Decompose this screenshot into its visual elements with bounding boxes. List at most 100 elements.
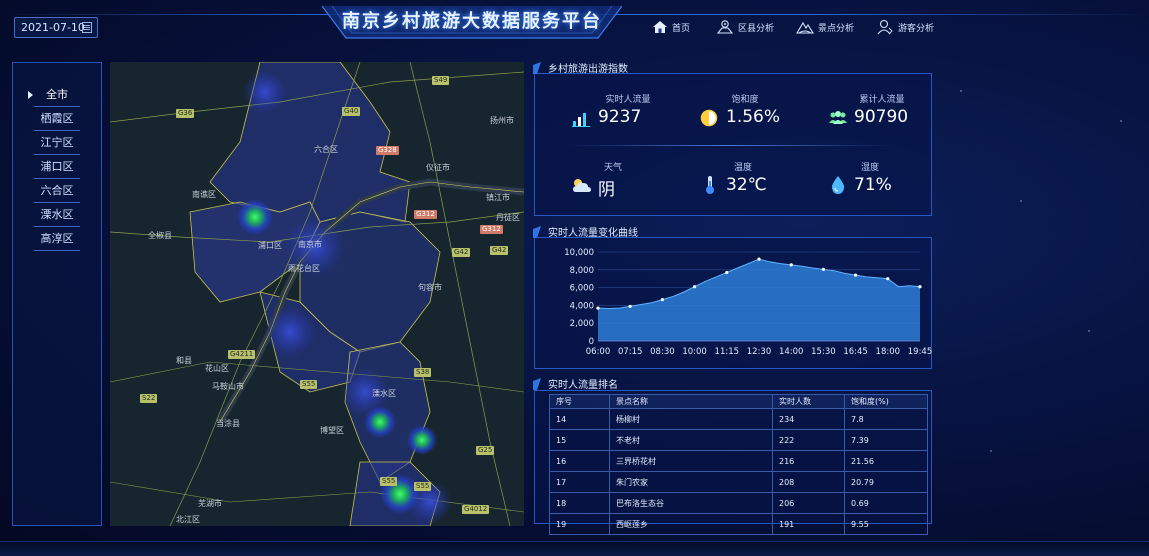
- column-header-index[interactable]: 序号: [549, 394, 610, 409]
- road-badge: S49: [432, 76, 450, 85]
- y-tick-label: 10,000: [564, 248, 594, 258]
- cell-visitors: 206: [772, 492, 845, 514]
- nav-scenic-analysis[interactable]: 景点分析: [796, 16, 854, 38]
- cell-index: 14: [549, 408, 610, 430]
- sidebar-item-luhe[interactable]: 六合区: [34, 181, 80, 203]
- cell-saturation: 20.79: [844, 471, 928, 493]
- map-label: 扬州市: [490, 116, 514, 125]
- map-label: 浦口区: [258, 241, 282, 250]
- flow-curve-title: 实时人流量变化曲线: [548, 228, 638, 239]
- column-header-saturation[interactable]: 饱和度(%): [844, 394, 928, 409]
- x-tick-label: 06:00: [586, 347, 611, 357]
- date-value: 2021-07-10: [21, 21, 85, 34]
- heat-spot: [407, 425, 437, 455]
- sidebar-item-qixia[interactable]: 栖霞区: [34, 109, 80, 131]
- road-badge: G312: [414, 210, 437, 219]
- column-header-name[interactable]: 景点名称: [609, 394, 773, 409]
- road-badge: G40: [342, 107, 361, 116]
- user-icon: [877, 19, 893, 35]
- cell-visitors: 191: [772, 513, 845, 535]
- x-tick-label: 16:45: [843, 347, 868, 357]
- cloudy-icon: [573, 179, 591, 192]
- half-circle-icon: [700, 109, 718, 127]
- sidebar-item-pukou[interactable]: 浦口区: [34, 157, 80, 179]
- road-badge: G328: [376, 146, 399, 155]
- nav-home[interactable]: 首页: [652, 16, 690, 38]
- nav-district-analysis[interactable]: 区县分析: [716, 16, 774, 38]
- y-tick-label: 8,000: [570, 266, 594, 276]
- cell-name: 巴布洛生态谷: [609, 492, 773, 514]
- cell-index: 16: [549, 450, 610, 472]
- map-label: 全椒县: [148, 231, 172, 240]
- metric-value-temperature: 32℃: [726, 175, 767, 195]
- map-label: 丹徒区: [496, 213, 520, 222]
- metric-value-weather: 阴: [598, 180, 615, 200]
- metric-label-weather: 天气: [603, 163, 622, 173]
- map-label: 南谯区: [192, 190, 216, 199]
- y-tick-label: 6,000: [570, 284, 594, 294]
- column-header-visitors[interactable]: 实时人数: [772, 394, 845, 409]
- heat-spot: [264, 306, 316, 358]
- map-label: 溧水区: [372, 389, 396, 398]
- metric-value-realtime-flow: 9237: [598, 107, 642, 127]
- y-tick-label: 0: [589, 337, 594, 347]
- x-tick-label: 12:30: [747, 347, 772, 357]
- table-row[interactable]: 19 西岖莲乡 191 9.55: [549, 513, 928, 535]
- cell-saturation: 9.55: [844, 513, 928, 535]
- header-bar: 南京乡村旅游大数据服务平台 2021-07-10 首页 区县分析 景点分析 游客…: [0, 0, 1149, 44]
- map-pin-icon: [716, 20, 734, 34]
- panel-corner-icon: [533, 62, 541, 74]
- table-row[interactable]: 18 巴布洛生态谷 206 0.69: [549, 492, 928, 514]
- calendar-icon[interactable]: [82, 22, 92, 33]
- metric-label-cumulative-flow: 累计人流量: [859, 95, 905, 105]
- cell-saturation: 7.8: [844, 408, 928, 430]
- nav-visitor-analysis[interactable]: 游客分析: [876, 16, 934, 38]
- map-label: 和县: [176, 356, 192, 365]
- background-star: [1020, 200, 1022, 202]
- panel-corner-icon: [533, 226, 541, 238]
- sidebar-item-jiangning[interactable]: 江宁区: [34, 133, 80, 155]
- x-tick-label: 08:30: [650, 347, 675, 357]
- map-label: 马鞍山市: [212, 382, 244, 391]
- map-label: 芜湖市: [198, 499, 222, 508]
- nav-scenic-analysis-label: 景点分析: [818, 23, 855, 34]
- table-row[interactable]: 16 三界桥花村 216 21.56: [549, 450, 928, 472]
- table-row[interactable]: 14 杨柳村 234 7.8: [549, 408, 928, 430]
- heat-spot: [243, 70, 287, 114]
- sidebar-item-lishui[interactable]: 溧水区: [34, 205, 80, 227]
- nav-visitor-analysis-label: 游客分析: [898, 23, 935, 34]
- flow-area: [598, 259, 920, 341]
- data-point: [596, 306, 600, 310]
- x-tick-label: 19:45: [908, 347, 932, 357]
- x-tick-label: 10:00: [682, 347, 707, 357]
- sidebar-item-gaochun[interactable]: 高淳区: [34, 229, 80, 251]
- x-tick-label: 15:30: [811, 347, 836, 357]
- map-label: 雨花台区: [288, 264, 320, 273]
- heat-map[interactable]: 六合区 仪征市 南谯区 全椒县 浦口区 南京市 雨花台区 镇江市 句容市 扬州市…: [110, 62, 524, 526]
- table-row[interactable]: 15 不老村 222 7.39: [549, 429, 928, 451]
- table-row[interactable]: 17 朱门农家 208 20.79: [549, 471, 928, 493]
- map-label: 镇江市: [486, 193, 510, 202]
- data-point: [886, 277, 890, 281]
- data-point: [725, 270, 729, 275]
- date-picker[interactable]: 2021-07-10: [14, 17, 98, 38]
- nav-home-label: 首页: [672, 23, 691, 34]
- map-label: 南京市: [298, 240, 322, 249]
- road-badge: S22: [140, 394, 158, 403]
- sidebar-item-all[interactable]: 全市: [34, 85, 80, 107]
- district-sidebar: [12, 62, 102, 526]
- x-tick-label: 07:15: [618, 347, 643, 357]
- panel-corner-icon: [533, 378, 541, 390]
- metric-label-humidity: 湿度: [860, 163, 879, 173]
- bottom-bar: [0, 541, 1149, 556]
- page-title: 南京乡村旅游大数据服务平台: [342, 11, 602, 32]
- cell-index: 19: [549, 513, 610, 535]
- metrics-divider: [566, 145, 891, 146]
- map-label: 当涂县: [216, 419, 240, 428]
- background-star: [1088, 330, 1090, 332]
- bar-chart-icon: [572, 113, 590, 127]
- cell-visitors: 234: [772, 408, 845, 430]
- cell-saturation: 7.39: [844, 429, 928, 451]
- map-label: 博望区: [320, 426, 344, 435]
- cell-index: 18: [549, 492, 610, 514]
